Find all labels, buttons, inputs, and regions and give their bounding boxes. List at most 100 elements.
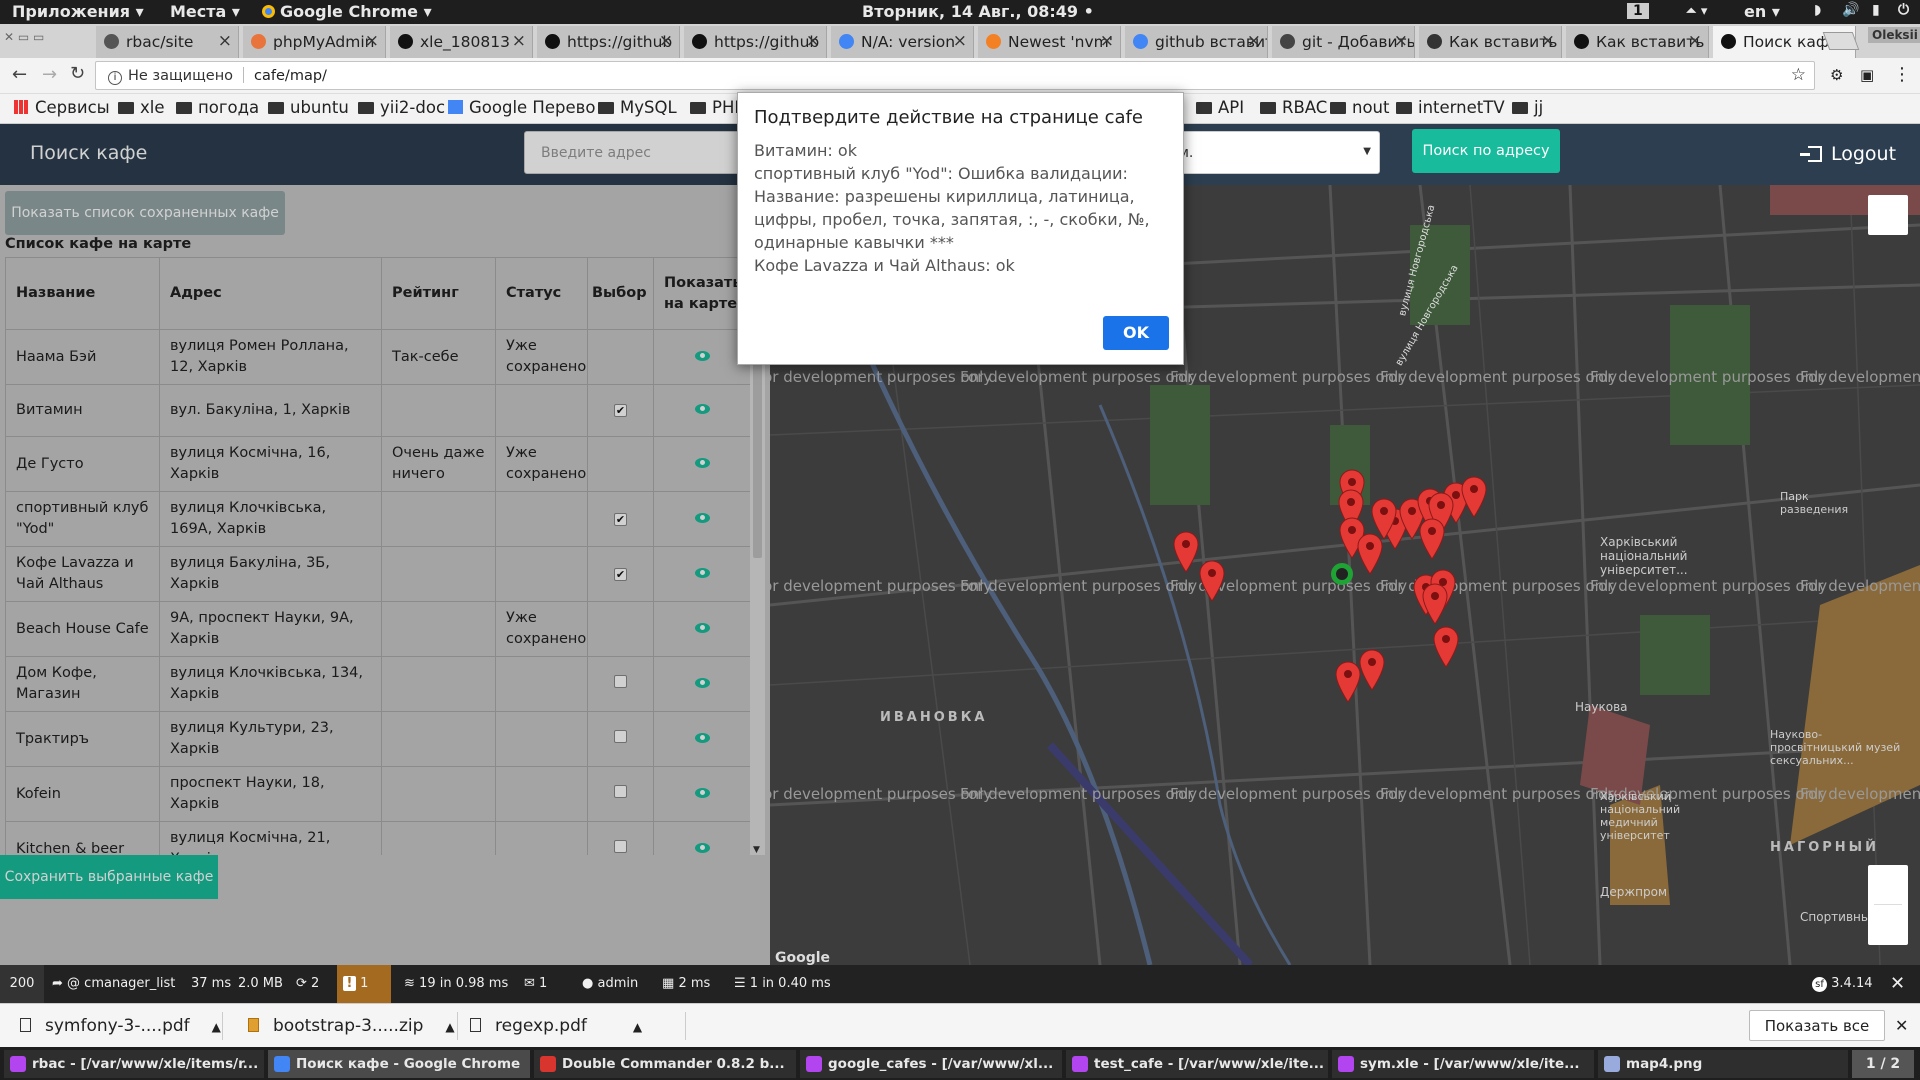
tab-close-icon[interactable]: × [806,31,820,51]
taskbar-window-7[interactable]: map4.png [1598,1050,1848,1078]
cafe-map-pin[interactable] [1334,660,1362,704]
battery-icon[interactable]: ▮ [1872,2,1880,18]
tab-2[interactable]: phpMyAdmin × [243,26,386,58]
debug-cache[interactable]: ☰ 1 in 0.40 ms [728,965,837,1003]
tab-close-icon[interactable]: × [1541,31,1555,51]
tab-4[interactable]: https://github × [537,26,680,58]
bookmark-3[interactable]: погода [176,98,259,117]
bookmark-11[interactable]: nout [1330,98,1389,117]
eye-icon[interactable] [694,732,710,743]
back-icon[interactable]: ← [12,64,27,85]
eye-icon[interactable] [694,567,710,578]
address-search-input[interactable]: Введите адрес [524,131,754,174]
taskbar-window-6[interactable]: sym.xle - [/var/www/xle/ite... [1332,1050,1594,1078]
bookmark-star-icon[interactable]: ☆ [1791,65,1806,85]
cafe-map-pin[interactable] [1358,648,1386,692]
chevron-up-icon[interactable]: ▲ [212,1020,221,1034]
chevron-up-icon[interactable]: ▲ [445,1020,454,1034]
scroll-down-icon[interactable]: ▼ [753,845,760,855]
tab-close-icon[interactable]: × [659,31,673,51]
download-item[interactable]: symfony-3-....pdf ▲ [20,1004,221,1048]
eye-icon[interactable] [694,787,710,798]
tab-close-icon[interactable]: × [1100,31,1114,51]
cafe-map-pin[interactable] [1460,475,1488,519]
debug-translations[interactable]: ✉ 1 [518,965,553,1003]
tab-7[interactable]: Newest 'nvm' × [978,26,1121,58]
debug-close-icon[interactable]: ✕ [1884,965,1911,1003]
tab-10[interactable]: Как вставить × [1419,26,1562,58]
app-brand[interactable]: Поиск кафе [30,142,147,164]
tab-close-icon[interactable]: × [1688,31,1702,51]
debug-route[interactable]: ➦ @ cmanager_list [46,965,181,1003]
debug-time[interactable]: 37 ms [185,965,237,1003]
download-item[interactable]: regexp.pdf ▲ [470,1004,642,1048]
keyboard-layout[interactable]: en ▾ [1744,2,1780,21]
debug-memory[interactable]: 2.0 MB [232,965,289,1003]
debug-render[interactable]: ▦ 2 ms [656,965,716,1003]
active-app-menu[interactable]: Google Chrome ▾ [262,2,432,21]
tab-9[interactable]: git - Добавить × [1272,26,1415,58]
tab-1[interactable]: rbac/site × [96,26,239,58]
logout-link[interactable]: Logout [1800,143,1896,165]
tab-11[interactable]: Как вставить × [1566,26,1709,58]
eye-icon[interactable] [694,404,710,414]
window-controls[interactable]: ✕ ▭ ▭ [4,30,44,44]
taskbar-window-1[interactable]: rbac - [/var/www/xle/items/r... [4,1050,264,1078]
power-icon[interactable]: ⏻ [1898,2,1909,18]
eye-icon[interactable] [694,622,710,633]
select-checkbox[interactable]: ✔ [614,512,627,526]
tab-8[interactable]: github вставить× [1125,26,1268,58]
search-by-address-button[interactable]: Поиск по адресу [1412,129,1560,173]
bookmark-6[interactable]: Google Перево [448,98,595,117]
fullscreen-control[interactable] [1868,195,1908,235]
chevron-up-icon[interactable]: ▲ [633,1020,642,1034]
taskbar-window-2[interactable]: Поиск кафе - Google Chrome [268,1050,530,1078]
wifi-icon[interactable]: ◗ [1814,2,1821,18]
cafe-map-pin[interactable] [1370,497,1398,541]
cafe-map-pin[interactable] [1198,559,1226,603]
omnibox[interactable]: i Не защищено cafe/map/ ☆ [95,61,1815,90]
bookmark-12[interactable]: internetTV [1396,98,1505,117]
select-checkbox[interactable]: ✔ [614,404,627,417]
workspace-indicator[interactable]: 1 [1627,3,1649,19]
download-item[interactable]: bootstrap-3.....zip ▲ [248,1004,455,1048]
show-saved-cafes-button[interactable]: Показать список сохраненных кафе [5,191,285,235]
bookmark-5[interactable]: yii2-doc [358,98,445,117]
map-center-marker[interactable] [1331,563,1353,585]
radius-select[interactable]: 0 м.▼ [1150,131,1380,174]
debug-user[interactable]: ● admin [576,965,644,1003]
menu-icon[interactable]: ⋮ [1893,64,1911,85]
extension-2-icon[interactable]: ▣ [1860,66,1874,84]
tab-3[interactable]: xle_180813 × [390,26,533,58]
select-checkbox[interactable]: ✔ [614,567,627,581]
bookmark-9[interactable]: API [1196,98,1244,117]
tab-close-icon[interactable]: × [1394,31,1408,51]
taskbar-window-3[interactable]: Double Commander 0.8.2 b... [534,1050,796,1078]
cafe-map-pin[interactable] [1418,517,1446,561]
taskbar-window-4[interactable]: google_cafes - [/var/www/xl... [800,1050,1062,1078]
profile-button[interactable]: Oleksii [1868,27,1920,43]
show-all-downloads-button[interactable]: Показать все [1749,1010,1885,1041]
new-tab-button[interactable] [1822,32,1860,50]
workspace-pager[interactable]: 1 / 2 [1852,1050,1914,1078]
debug-errors[interactable]: ! 1 [337,965,391,1003]
bookmark-2[interactable]: xle [118,98,165,117]
volume-icon[interactable]: 🔊 [1842,2,1859,18]
cafe-map-pin[interactable] [1421,582,1449,626]
table-scrollbar[interactable]: ▼ [750,300,765,855]
info-icon[interactable]: i [108,71,122,85]
tab-close-icon[interactable]: × [1247,31,1261,51]
cafe-map-pin[interactable] [1172,530,1200,574]
extension-icon[interactable]: ⚙ [1830,66,1843,84]
bookmark-4[interactable]: ubuntu [268,98,349,117]
tab-close-icon[interactable]: × [953,31,967,51]
tab-6[interactable]: N/A: version × [831,26,974,58]
forward-icon[interactable]: → [42,64,57,85]
eye-icon[interactable] [694,842,710,853]
eye-icon[interactable] [694,512,710,523]
eye-icon[interactable] [694,677,710,688]
cafe-map-pin[interactable] [1432,625,1460,669]
places-menu[interactable]: Места ▾ [170,2,240,21]
bookmark-13[interactable]: jj [1512,98,1543,117]
tab-5[interactable]: https://github × [684,26,827,58]
